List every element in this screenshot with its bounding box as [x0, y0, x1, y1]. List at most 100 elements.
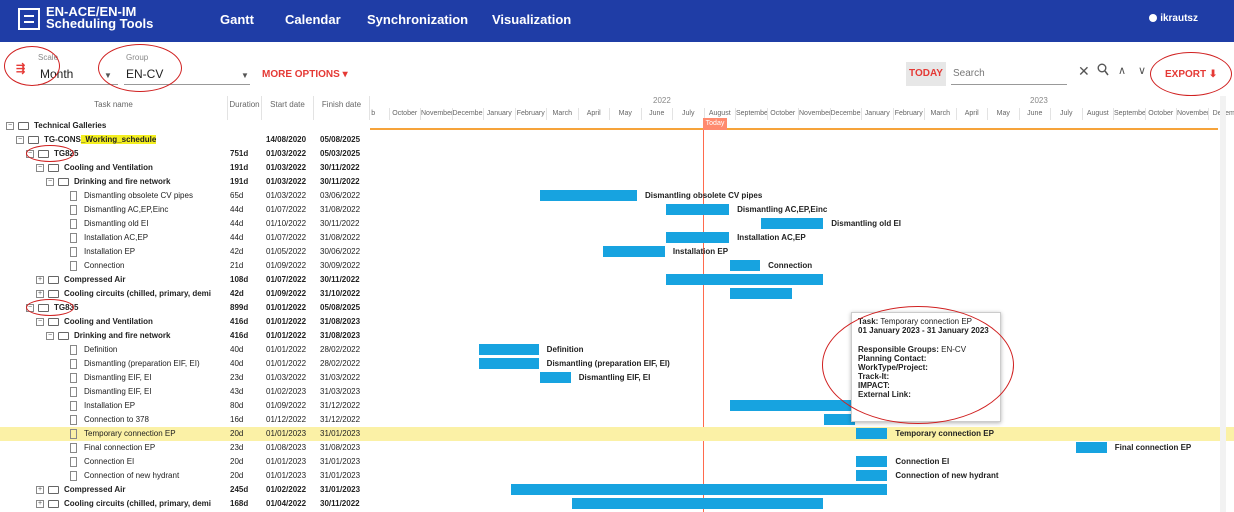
- task-row[interactable]: Dismantling EIF, EI 43d 01/02/2023 31/03/20…: [0, 385, 1234, 399]
- task-row[interactable]: − Technical Galleries: [0, 119, 1234, 133]
- gantt-task-bar[interactable]: [856, 428, 888, 439]
- task-row[interactable]: + Cooling circuits (chilled, primary, dem…: [0, 287, 1234, 301]
- gantt-task-bar[interactable]: [478, 344, 539, 355]
- task-name[interactable]: Drinking and fire network: [74, 329, 226, 343]
- task-name[interactable]: Installation AC,EP: [84, 231, 226, 245]
- collapse-toggle-icon[interactable]: −: [16, 136, 24, 144]
- task-name[interactable]: Compressed Air: [64, 483, 226, 497]
- task-name[interactable]: Drinking and fire network: [74, 175, 226, 189]
- gantt-task-bar[interactable]: [761, 218, 824, 229]
- task-row-selected[interactable]: Temporary connection EP 20d 01/01/2023 31/0…: [0, 427, 1234, 441]
- task-row[interactable]: Connection EI 20d 01/01/2023 31/01/2023: [0, 455, 1234, 469]
- task-name[interactable]: Connection to 378: [84, 413, 226, 427]
- nav-calendar[interactable]: Calendar: [285, 12, 341, 27]
- gantt-task-bar[interactable]: [856, 456, 888, 467]
- gantt-task-bar[interactable]: [571, 498, 824, 509]
- task-name[interactable]: Dismantling (preparation EIF, EI): [84, 357, 226, 371]
- task-name[interactable]: Installation EP: [84, 399, 226, 413]
- task-name[interactable]: Dismantling obsolete CV pipes: [84, 189, 226, 203]
- gantt-task-bar[interactable]: [665, 274, 824, 285]
- expand-toggle-icon[interactable]: +: [36, 276, 44, 284]
- task-row[interactable]: − Cooling and Ventilation 191d 01/03/2022 30…: [0, 161, 1234, 175]
- gantt-task-bar[interactable]: [539, 372, 571, 383]
- task-row[interactable]: Connection of new hydrant 20d 01/01/2023 31…: [0, 469, 1234, 483]
- gantt-task-bar[interactable]: [510, 484, 888, 495]
- task-name[interactable]: Cooling circuits (chilled, primary, demi: [64, 497, 226, 511]
- gantt-task-bar[interactable]: [856, 470, 888, 481]
- gantt-task-bar[interactable]: [665, 204, 730, 215]
- collapse-toggle-icon[interactable]: −: [36, 318, 44, 326]
- task-row[interactable]: Definition 40d 01/01/2022 28/02/2022: [0, 343, 1234, 357]
- task-row[interactable]: Connection to 378 16d 01/12/2022 31/12/2022: [0, 413, 1234, 427]
- expand-toggle-icon[interactable]: +: [36, 290, 44, 298]
- task-row[interactable]: − Drinking and fire network 191d 01/03/2022…: [0, 175, 1234, 189]
- previous-result-icon[interactable]: ∧: [1118, 64, 1126, 77]
- task-name[interactable]: Definition: [84, 343, 226, 357]
- today-button[interactable]: TODAY: [906, 62, 946, 86]
- task-name[interactable]: Cooling and Ventilation: [64, 161, 226, 175]
- task-name[interactable]: Dismantling old EI: [84, 217, 226, 231]
- gantt-task-bar[interactable]: [730, 288, 793, 299]
- task-duration: 80d: [230, 401, 244, 410]
- task-start-date: 01/03/2022: [266, 373, 307, 382]
- col-duration[interactable]: Duration: [228, 96, 262, 120]
- gantt-task-bar[interactable]: [730, 260, 761, 271]
- task-row[interactable]: Installation EP 80d 01/09/2022 31/12/2022: [0, 399, 1234, 413]
- task-name[interactable]: Dismantling AC,EP,Einc: [84, 203, 226, 217]
- collapse-toggle-icon[interactable]: −: [46, 332, 54, 340]
- collapse-toggle-icon[interactable]: −: [6, 122, 14, 130]
- col-start-date[interactable]: Start date: [262, 96, 314, 120]
- task-name[interactable]: Installation EP: [84, 245, 226, 259]
- task-name[interactable]: Cooling and Ventilation: [64, 315, 226, 329]
- task-finish-date: 31/08/2023: [320, 317, 361, 326]
- task-name[interactable]: Connection of new hydrant: [84, 469, 226, 483]
- vertical-scrollbar[interactable]: [1220, 96, 1226, 512]
- task-row[interactable]: − TG835 899d 01/01/2022 05/08/2025: [0, 301, 1234, 315]
- clear-search-icon[interactable]: ✕: [1078, 63, 1090, 80]
- more-options-button[interactable]: MORE OPTIONS ▾: [262, 69, 348, 80]
- task-name[interactable]: Compressed Air: [64, 273, 226, 287]
- task-row[interactable]: + Compressed Air 108d 01/07/2022 30/11/2022: [0, 273, 1234, 287]
- task-name[interactable]: TG835: [54, 301, 226, 315]
- expand-toggle-icon[interactable]: +: [36, 486, 44, 494]
- nav-synchronization[interactable]: Synchronization: [367, 12, 468, 27]
- col-task-name[interactable]: Task name: [0, 96, 228, 120]
- nav-visualization[interactable]: Visualization: [492, 12, 571, 27]
- task-row[interactable]: Installation AC,EP 44d 01/07/2022 31/08/202…: [0, 231, 1234, 245]
- task-name[interactable]: Dismantling EIF, EI: [84, 385, 226, 399]
- task-row[interactable]: − TG825 751d 01/03/2022 05/03/2025: [0, 147, 1234, 161]
- gantt-task-bar[interactable]: [1075, 442, 1107, 453]
- task-name[interactable]: Cooling circuits (chilled, primary, demi: [64, 287, 226, 301]
- gantt-task-bar[interactable]: [602, 246, 665, 257]
- collapse-toggle-icon[interactable]: −: [46, 178, 54, 186]
- task-name[interactable]: TG-CONS_Working_schedule: [44, 133, 226, 147]
- gantt-task-bar[interactable]: [730, 400, 856, 411]
- user-menu[interactable]: ikrautsz: [1149, 13, 1198, 24]
- task-name[interactable]: Connection: [84, 259, 226, 273]
- task-row[interactable]: − Drinking and fire network 416d 01/01/2022…: [0, 329, 1234, 343]
- task-row[interactable]: Dismantling old EI 44d 01/10/2022 30/11/202…: [0, 217, 1234, 231]
- task-row[interactable]: − Cooling and Ventilation 416d 01/01/2022 31…: [0, 315, 1234, 329]
- task-row[interactable]: Final connection EP 23d 01/08/2023 31/08/20…: [0, 441, 1234, 455]
- task-row[interactable]: Dismantling AC,EP,Einc 44d 01/07/2022 31/08…: [0, 203, 1234, 217]
- gantt-task-bar[interactable]: [478, 358, 539, 369]
- task-name[interactable]: Final connection EP: [84, 441, 226, 455]
- task-name[interactable]: Dismantling EIF, EI: [84, 371, 226, 385]
- task-row[interactable]: Connection 21d 01/09/2022 30/09/2022: [0, 259, 1234, 273]
- task-name[interactable]: Technical Galleries: [34, 119, 226, 133]
- app-logo[interactable]: EN-ACE/EN-IM Scheduling Tools: [18, 5, 158, 36]
- collapse-toggle-icon[interactable]: −: [36, 164, 44, 172]
- group-chevron-down-icon[interactable]: ▼: [241, 71, 249, 80]
- task-name[interactable]: TG825: [54, 147, 226, 161]
- expand-toggle-icon[interactable]: +: [36, 500, 44, 508]
- user-name: ikrautsz: [1160, 13, 1198, 24]
- task-row[interactable]: − TG-CONS_Working_schedule 14/08/2020 05/08…: [0, 133, 1234, 147]
- task-name[interactable]: Connection EI: [84, 455, 226, 469]
- nav-gantt[interactable]: Gantt: [220, 12, 254, 27]
- next-result-icon[interactable]: ∨: [1138, 64, 1146, 77]
- gantt-task-bar[interactable]: [539, 190, 637, 201]
- gantt-task-bar[interactable]: [665, 232, 730, 243]
- search-input[interactable]: Search: [953, 68, 1063, 82]
- search-icon[interactable]: [1097, 63, 1109, 77]
- task-name[interactable]: Temporary connection EP: [84, 427, 226, 441]
